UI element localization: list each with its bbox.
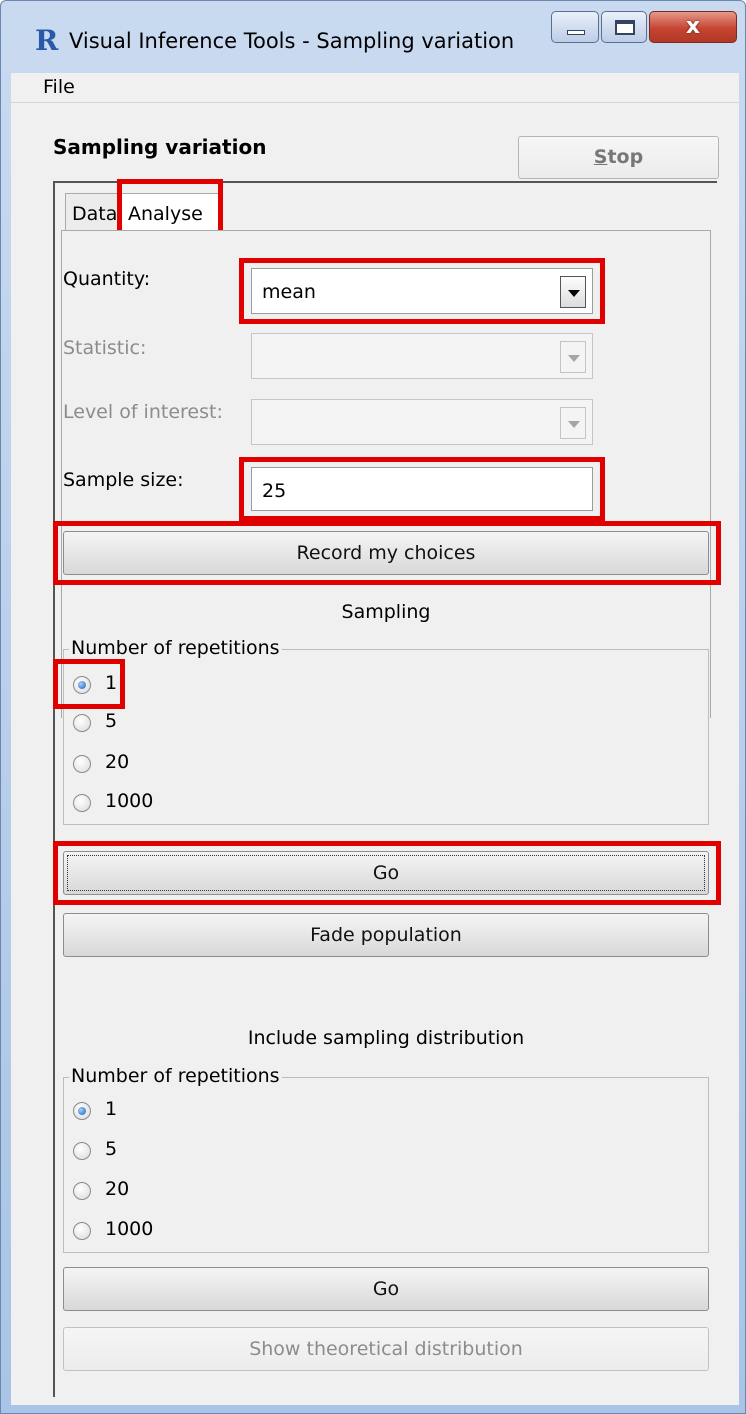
menu-bar: File <box>11 73 739 103</box>
close-button[interactable]: x <box>649 11 737 43</box>
tab-data[interactable]: Data <box>65 193 123 233</box>
statistic-select <box>251 333 593 379</box>
fade-population-button[interactable]: Fade population <box>63 913 709 957</box>
distribution-repetitions-group <box>63 1077 709 1253</box>
distribution-radio-label: 1000 <box>105 1218 154 1240</box>
radio-icon[interactable] <box>73 1182 91 1200</box>
svg-text:R: R <box>35 25 59 55</box>
stop-button[interactable]: Stop <box>518 136 719 179</box>
maximize-icon <box>615 20 635 35</box>
sampling-radio-label: 20 <box>105 751 130 773</box>
distribution-heading: Include sampling distribution <box>247 1027 525 1049</box>
minimize-icon <box>567 30 585 35</box>
radio-icon[interactable] <box>73 714 91 732</box>
quantity-value: mean <box>262 281 316 303</box>
sampling-repetitions-legend: Number of repetitions <box>69 637 282 659</box>
sample-size-label: Sample size: <box>63 469 184 491</box>
distribution-radio-label: 1 <box>105 1098 118 1120</box>
minimize-button[interactable] <box>551 11 599 43</box>
stop-mnemonic: S <box>593 146 608 168</box>
sampling-heading: Sampling <box>341 601 431 623</box>
tab-analyse[interactable]: Analyse <box>121 193 223 233</box>
radio-icon[interactable] <box>73 1142 91 1160</box>
close-icon: x <box>685 14 701 39</box>
r-logo-icon: R <box>35 25 59 55</box>
page-title: Sampling variation <box>53 135 267 159</box>
dropdown-arrow-icon[interactable] <box>560 276 586 308</box>
quantity-select[interactable]: mean <box>251 268 593 314</box>
distribution-radio-label: 20 <box>105 1178 130 1200</box>
app-window: R Visual Inference Tools - Sampling vari… <box>0 0 746 1414</box>
level-of-interest-label: Level of interest: <box>63 401 223 423</box>
sampling-go-button[interactable]: Go <box>63 851 709 895</box>
radio-icon[interactable] <box>73 676 91 694</box>
client-area: Sampling variation Stop Data Analyse Qua… <box>11 103 739 1405</box>
radio-icon[interactable] <box>73 1102 91 1120</box>
sample-size-input[interactable]: 25 <box>251 467 593 511</box>
radio-icon[interactable] <box>73 1222 91 1240</box>
stop-label: top <box>607 146 644 168</box>
maximize-button[interactable] <box>601 11 647 43</box>
sampling-repetitions-group <box>63 649 709 825</box>
record-choices-button[interactable]: Record my choices <box>63 531 709 575</box>
dropdown-arrow-icon <box>560 407 586 439</box>
radio-icon[interactable] <box>73 755 91 773</box>
level-of-interest-select <box>251 399 593 445</box>
statistic-label: Statistic: <box>63 337 147 359</box>
sampling-radio-label: 5 <box>105 710 118 732</box>
radio-icon[interactable] <box>73 794 91 812</box>
sampling-radio-label: 1 <box>105 672 118 694</box>
menu-file[interactable]: File <box>43 76 75 98</box>
window-title: Visual Inference Tools - Sampling variat… <box>69 29 515 53</box>
title-bar[interactable]: R Visual Inference Tools - Sampling vari… <box>1 1 745 73</box>
sampling-radio-label: 1000 <box>105 790 154 812</box>
distribution-go-button[interactable]: Go <box>63 1267 709 1311</box>
distribution-radio-label: 5 <box>105 1138 118 1160</box>
quantity-label: Quantity: <box>63 268 151 290</box>
distribution-repetitions-legend: Number of repetitions <box>69 1065 282 1087</box>
show-theoretical-distribution-button: Show theoretical distribution <box>63 1327 709 1371</box>
dropdown-arrow-icon <box>560 341 586 373</box>
